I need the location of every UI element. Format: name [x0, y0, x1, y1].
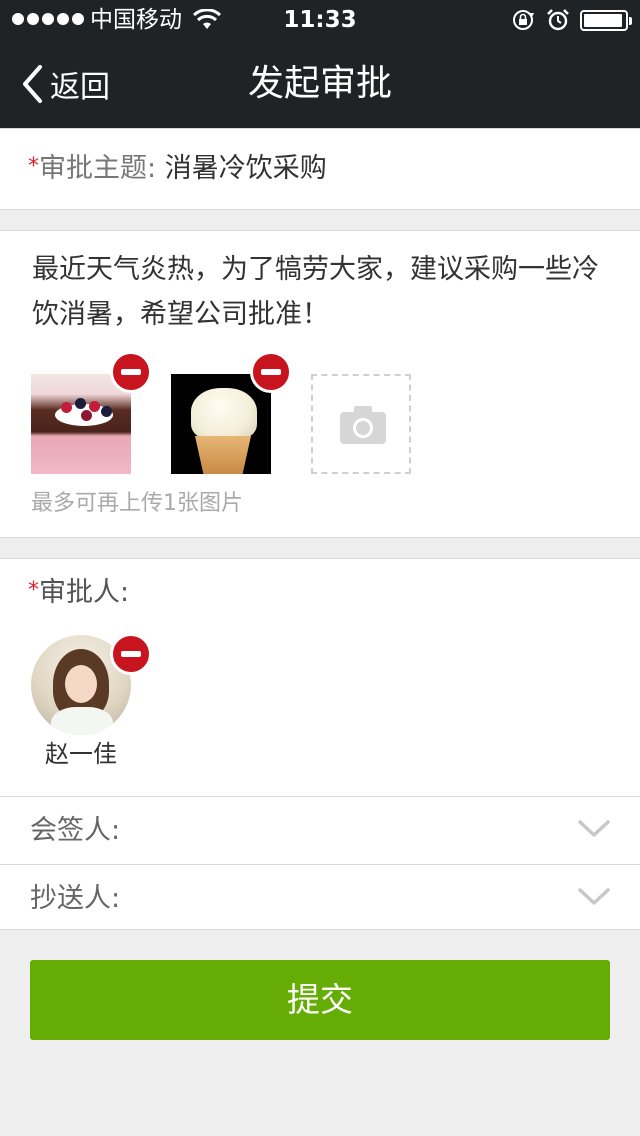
chevron-down-icon	[578, 820, 610, 837]
subject-label: 审批主题:	[39, 153, 157, 184]
required-mark: *	[28, 154, 39, 179]
description-text[interactable]: 最近天气炎热，为了犒劳大家，建议采购一些冷饮消暑，希望公司批准！	[32, 247, 612, 337]
required-mark: *	[28, 578, 39, 603]
approver-name: 赵一佳	[45, 740, 117, 768]
photo-thumbnail[interactable]	[171, 374, 271, 474]
photo-thumbnail[interactable]	[31, 374, 131, 474]
remove-approver-button[interactable]	[110, 633, 152, 675]
navigation-bar: 返回 发起审批	[0, 40, 640, 128]
content-section: 最近天气炎热，为了犒劳大家，建议采购一些冷饮消暑，希望公司批准！ 最多可再上传1…	[0, 230, 640, 538]
approver-label-text: 审批人:	[39, 577, 130, 608]
remove-photo-button[interactable]	[250, 351, 292, 393]
subject-section: *审批主题: 消暑冷饮采购	[0, 128, 640, 210]
cc-label: 抄送人:	[30, 883, 121, 914]
submit-button[interactable]: 提交	[30, 960, 610, 1040]
status-time: 11:33	[283, 7, 357, 33]
subject-field[interactable]: *审批主题: 消暑冷饮采购	[28, 151, 327, 187]
lock-rotation-icon	[513, 10, 534, 30]
cc-row[interactable]: 抄送人:	[0, 864, 640, 930]
status-bar: 中国移动 11:33	[0, 0, 640, 40]
chevron-down-icon	[578, 888, 610, 905]
approver-label: *审批人:	[28, 575, 129, 611]
cosigner-row[interactable]: 会签人:	[0, 796, 640, 864]
subject-value[interactable]: 消暑冷饮采购	[165, 153, 327, 184]
alarm-icon	[547, 9, 569, 31]
remove-photo-button[interactable]	[110, 351, 152, 393]
approver-section: *审批人: 赵一佳	[0, 558, 640, 796]
upload-hint: 最多可再上传1张图片	[31, 491, 243, 516]
cosigner-label: 会签人:	[30, 815, 121, 846]
battery-icon	[580, 10, 632, 31]
camera-icon	[340, 406, 386, 444]
page-title: 发起审批	[247, 63, 392, 104]
add-photo-button[interactable]	[311, 374, 411, 474]
